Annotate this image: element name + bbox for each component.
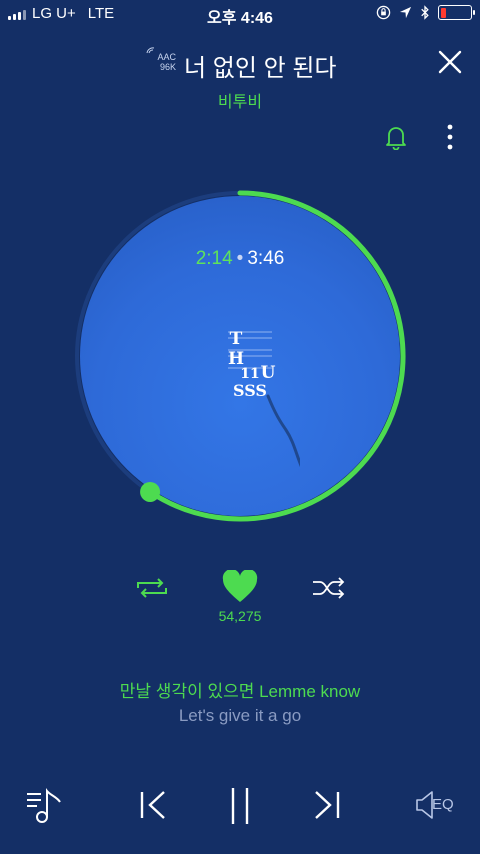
- player-header: AAC 96K 너 없인 안 된다: [0, 44, 480, 84]
- audio-quality-badge: AAC 96K: [146, 47, 176, 72]
- song-title: 너 없인 안 된다: [184, 55, 337, 82]
- equalizer-button[interactable]: EQ: [414, 788, 460, 822]
- progress-arc: [147, 190, 406, 522]
- track-actions: 54,275: [0, 570, 480, 630]
- repeat-icon[interactable]: [134, 574, 170, 602]
- bluetooth-icon: [421, 5, 429, 20]
- lyric-next-line[interactable]: Let's give it a go: [0, 706, 480, 726]
- more-options-icon[interactable]: [442, 122, 458, 152]
- signal-wave-icon: [146, 47, 155, 54]
- status-right: [376, 5, 475, 20]
- heart-icon[interactable]: [222, 570, 258, 604]
- close-icon[interactable]: [436, 48, 464, 76]
- pause-icon[interactable]: [228, 786, 252, 826]
- previous-track-icon[interactable]: [138, 788, 168, 822]
- location-icon: [399, 6, 412, 19]
- shuffle-icon[interactable]: [310, 574, 348, 602]
- lyric-current-line[interactable]: 만날 생각이 있으면 Lemme know: [0, 677, 480, 702]
- battery-icon: [438, 5, 475, 20]
- progress-ring[interactable]: [70, 186, 410, 526]
- playback-controls: EQ: [0, 782, 480, 832]
- like-count: 54,275: [218, 608, 262, 624]
- bell-icon[interactable]: [384, 124, 408, 150]
- next-track-icon[interactable]: [312, 788, 342, 822]
- artist-name[interactable]: 비투비: [0, 88, 480, 112]
- player-disc: 2:14 • 3:46 T H 11 U SSS: [70, 186, 410, 526]
- playlist-icon[interactable]: [24, 786, 66, 826]
- progress-knob[interactable]: [140, 481, 161, 502]
- rotation-lock-icon: [376, 5, 391, 20]
- status-bar: LG U+ LTE 오후 4:46: [0, 0, 480, 28]
- eq-label: EQ: [432, 796, 454, 813]
- quality-bitrate: 96K: [159, 62, 176, 72]
